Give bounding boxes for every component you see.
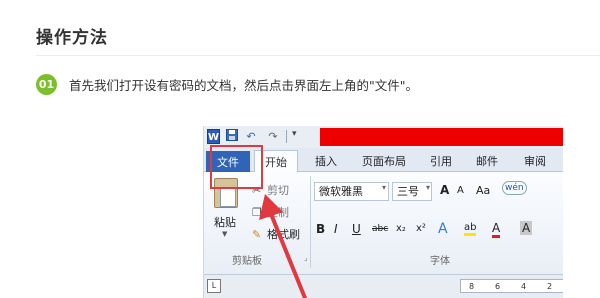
paste-dropdown-icon[interactable]: ▼ [222,230,227,238]
italic-button[interactable]: I [334,222,338,236]
tab-page-layout[interactable]: 页面布局 [362,153,406,169]
underline-button[interactable]: U [352,222,361,236]
step-number-badge: 01 [36,74,57,95]
font-name-dropdown-icon[interactable]: ▾ [382,183,386,192]
tab-insert[interactable]: 插入 [315,153,337,169]
tab-stop-selector[interactable]: L [207,279,221,293]
qat-customize-icon[interactable]: ▾ [292,129,297,139]
change-case-icon[interactable]: Aa [476,184,490,197]
ruler-mark: 6 [495,282,501,291]
text-effects-icon[interactable]: A [438,221,448,237]
word-app-icon[interactable]: W [207,129,220,144]
bold-button[interactable]: B [316,222,325,236]
tab-references[interactable]: 引用 [430,153,452,169]
file-tab-highlight [210,145,263,189]
ruler-mark: 8 [469,282,475,291]
character-shading-icon[interactable]: A [520,221,533,235]
phonetic-guide-icon[interactable]: wén [502,181,527,195]
section-divider [36,55,600,56]
tab-review[interactable]: 审阅 [524,153,546,169]
font-color-icon[interactable]: A [492,221,501,238]
font-size-dropdown-icon[interactable]: ▾ [426,183,430,192]
step-row: 01 首先我们打开设有密码的文档，然后点击界面左上角的"文件"。 [36,74,418,95]
qat-separator [286,130,287,143]
callout-arrow-icon [259,194,307,298]
ruler-mark: 4 [521,282,527,291]
grow-font-icon[interactable]: A [440,183,449,197]
redo-icon[interactable]: ↷ [267,129,279,144]
save-icon[interactable] [226,129,238,144]
title-bar-redaction [320,128,563,146]
horizontal-ruler[interactable]: 8 6 4 2 [460,279,563,293]
tab-mailings[interactable]: 邮件 [476,153,498,169]
undo-icon[interactable]: ↶ [244,129,258,144]
subscript-button[interactable]: x₂ [396,223,406,234]
shrink-font-icon[interactable]: A [457,185,464,196]
highlight-icon[interactable]: ab [464,222,477,236]
paste-button[interactable]: 粘贴 [214,214,236,230]
strikethrough-button[interactable]: abc [372,224,388,234]
ruler-mark: 2 [547,282,553,291]
superscript-button[interactable]: x² [416,223,426,234]
section-title: 操作方法 [36,28,108,48]
step-description: 首先我们打开设有密码的文档，然后点击界面左上角的"文件"。 [69,78,419,93]
font-group-label: 字体 [430,256,450,267]
font-name-select[interactable]: 微软雅黑 [314,182,389,201]
